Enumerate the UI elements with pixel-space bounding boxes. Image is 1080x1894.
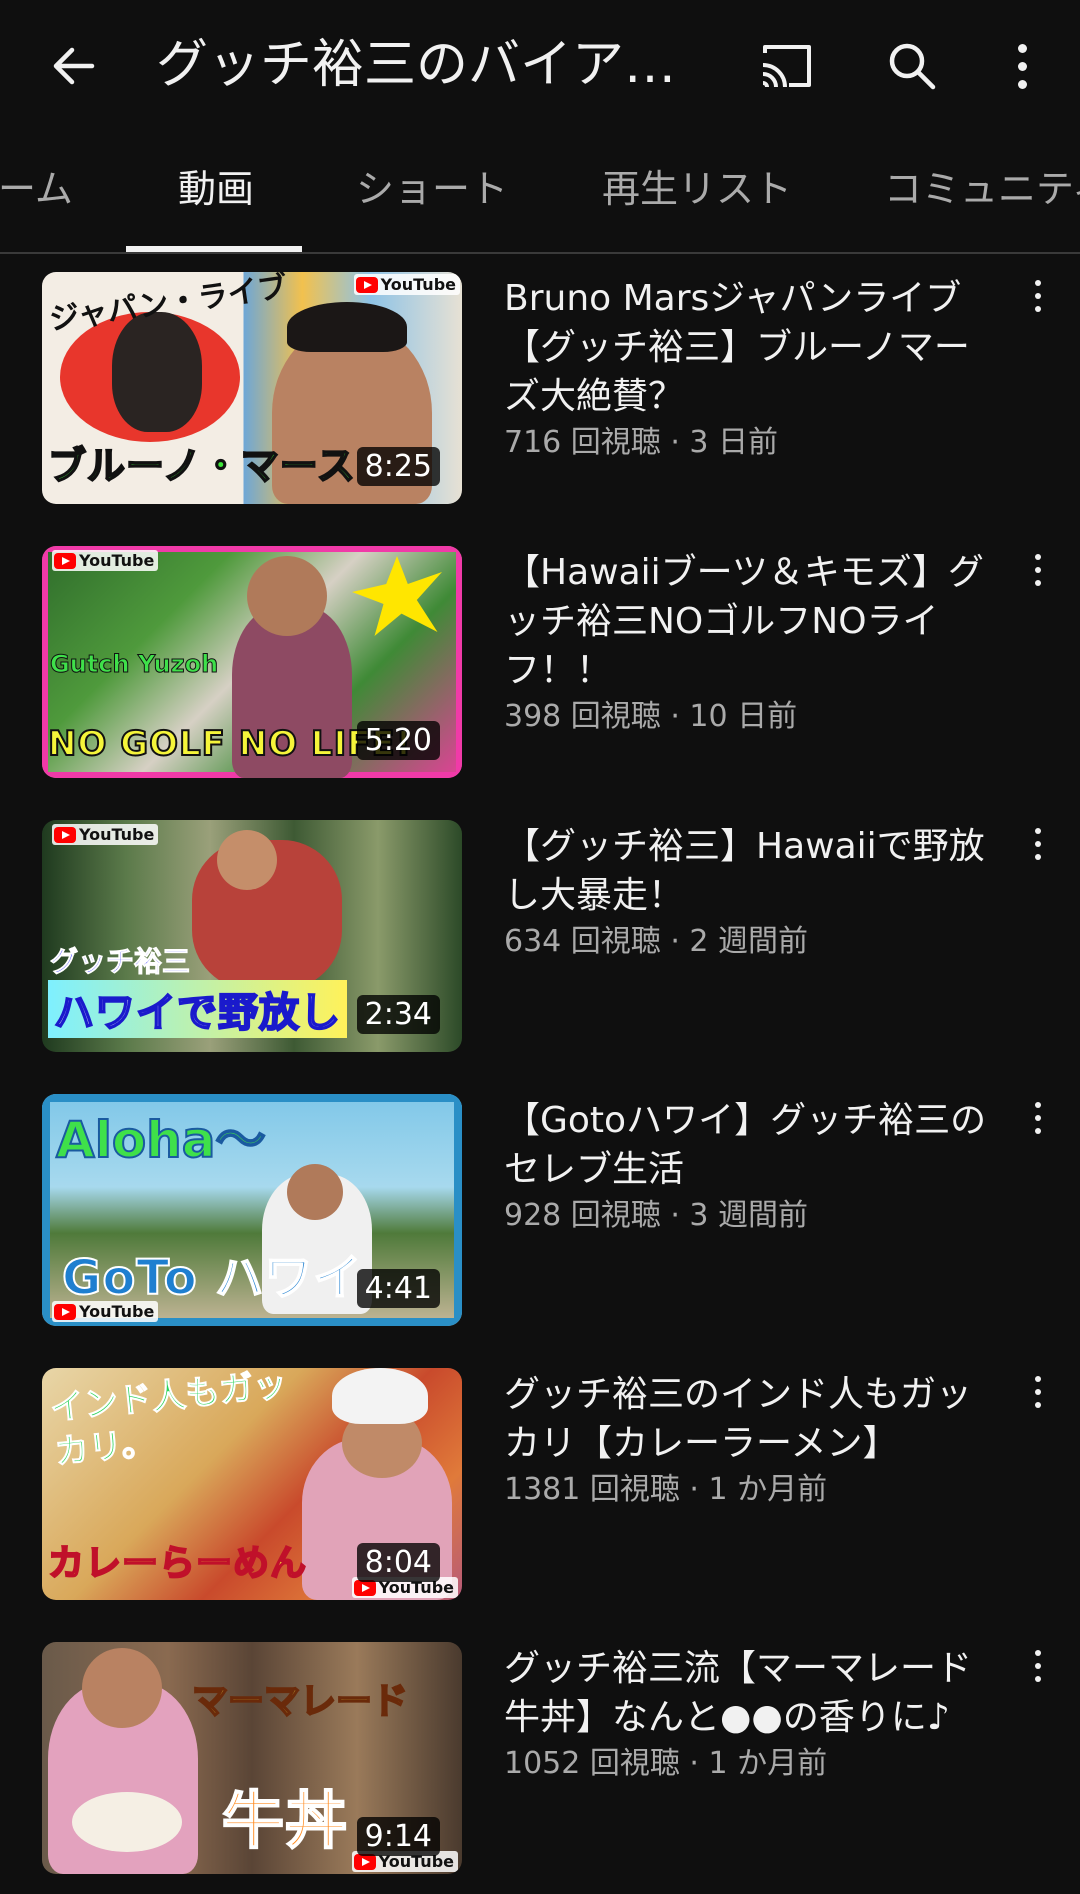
youtube-badge-label: YouTube [79, 1302, 155, 1321]
video-meta: 1381 回視聴 · 1 か月前 [504, 1472, 828, 1507]
video-item[interactable]: Aloha～ GoTo ハワイ YouTube 4:41 【Gotoハワイ】グッ… [0, 1094, 1080, 1334]
video-title[interactable]: 【Hawaiiブーツ＆キモズ】グッチ裕三NOゴルフNOライフ！！ [504, 548, 1004, 695]
more-vert-icon [1017, 43, 1027, 89]
video-duration: 5:20 [356, 721, 440, 760]
video-more-button[interactable] [1018, 820, 1058, 888]
video-meta: 928 回視聴 · 3 週間前 [504, 1198, 809, 1233]
video-more-button[interactable] [1018, 272, 1058, 340]
video-info: 【グッチ裕三】Hawaiiで野放し大暴走！ 634 回視聴 · 2 週間前 [504, 822, 1004, 964]
video-info: 【Gotoハワイ】グッチ裕三のセレブ生活 928 回視聴 · 3 週間前 [504, 1096, 1004, 1238]
youtube-badge: YouTube [353, 274, 460, 295]
video-duration: 8:25 [356, 447, 440, 486]
video-thumbnail[interactable]: インド人もガッカリ。 カレーらーめん YouTube 8:04 [42, 1368, 462, 1600]
video-more-button[interactable] [1018, 546, 1058, 614]
youtube-badge: YouTube [52, 1301, 159, 1322]
back-button[interactable] [36, 28, 112, 104]
thumbnail-top-text: インド人もガッカリ。 [48, 1368, 290, 1473]
video-info: グッチ裕三のインド人もガッカリ【カレーラーメン】 1381 回視聴 · 1 か月… [504, 1370, 1004, 1512]
video-meta: 634 回視聴 · 2 週間前 [504, 924, 809, 959]
channel-tabs: ホーム 動画 ショート 再生リスト コミュニティ [0, 140, 1080, 254]
tab-videos[interactable]: 動画 [178, 140, 254, 252]
video-title[interactable]: グッチ裕三のインド人もガッカリ【カレーラーメン】 [504, 1370, 1004, 1468]
video-item[interactable]: ジャパン・ライブ ブルーノ・マース YouTube 8:25 Bruno Mar… [0, 272, 1080, 512]
youtube-channel-videos-screen: グッチ裕三のバイアス... ホーム 動画 ショート 再生リスト コミュ [0, 0, 1080, 1894]
video-duration: 2:34 [356, 995, 440, 1034]
thumbnail-top-text: Aloha～ [55, 1110, 267, 1170]
video-item[interactable]: グッチ裕三 ハワイで野放し YouTube 2:34 【グッチ裕三】Hawaii… [0, 820, 1080, 1060]
more-vert-icon [1035, 1376, 1041, 1408]
video-thumbnail[interactable]: グッチ裕三 ハワイで野放し YouTube 2:34 [42, 820, 462, 1052]
thumbnail-caption: 牛丼 [221, 1783, 349, 1858]
cast-button[interactable] [748, 28, 824, 104]
youtube-badge-label: YouTube [79, 825, 155, 844]
video-thumbnail[interactable]: Gutch Yuzoh NO GOLF NO LIFE! YouTube 5:2… [42, 546, 462, 778]
youtube-badge: YouTube [52, 550, 159, 571]
video-title[interactable]: 【Gotoハワイ】グッチ裕三のセレブ生活 [504, 1096, 1004, 1194]
youtube-badge-label: YouTube [79, 551, 155, 570]
video-more-button[interactable] [1018, 1368, 1058, 1436]
more-vert-icon [1035, 554, 1041, 586]
video-item[interactable]: マーマレード 牛丼 YouTube 9:14 グッチ裕三流【マーマレード牛丼】な… [0, 1642, 1080, 1882]
tab-shorts[interactable]: ショート [356, 140, 508, 252]
channel-title: グッチ裕三のバイアス... [156, 35, 716, 95]
thumbnail-caption: ハワイで野放し [48, 980, 347, 1038]
video-info: Bruno Marsジャパンライブ【グッチ裕三】ブルーノマーズ大絶賛？ 716 … [504, 274, 1004, 465]
video-more-button[interactable] [1018, 1642, 1058, 1710]
thumbnail-top-text: マーマレード [191, 1680, 409, 1723]
video-thumbnail[interactable]: マーマレード 牛丼 YouTube 9:14 [42, 1642, 462, 1874]
cast-icon [762, 45, 811, 88]
more-vert-icon [1035, 1650, 1041, 1682]
video-item[interactable]: インド人もガッカリ。 カレーらーめん YouTube 8:04 グッチ裕三のイン… [0, 1368, 1080, 1608]
tab-home[interactable]: ホーム [0, 140, 73, 252]
video-info: 【Hawaiiブーツ＆キモズ】グッチ裕三NOゴルフNOライフ！！ 398 回視聴… [504, 548, 1004, 739]
tab-community[interactable]: コミュニティ [884, 140, 1080, 252]
tab-playlists[interactable]: 再生リスト [602, 140, 792, 252]
video-more-button[interactable] [1018, 1094, 1058, 1162]
top-app-bar: グッチ裕三のバイアス... [0, 0, 1080, 130]
arrow-left-icon [53, 47, 95, 85]
video-duration: 9:14 [356, 1817, 440, 1856]
video-title[interactable]: グッチ裕三流【マーマレード牛丼】なんと●●の香りに♪ [504, 1644, 1004, 1742]
video-item[interactable]: Gutch Yuzoh NO GOLF NO LIFE! YouTube 5:2… [0, 546, 1080, 786]
more-options-button[interactable] [984, 28, 1060, 104]
video-title[interactable]: 【グッチ裕三】Hawaiiで野放し大暴走！ [504, 822, 1004, 920]
youtube-logo-icon [54, 552, 76, 569]
thumbnail-top-text: グッチ裕三 [49, 945, 191, 979]
youtube-logo-icon [355, 276, 378, 293]
video-info: グッチ裕三流【マーマレード牛丼】なんと●●の香りに♪ 1052 回視聴 · 1 … [504, 1644, 1004, 1786]
search-icon [889, 43, 936, 90]
more-vert-icon [1035, 828, 1041, 860]
more-vert-icon [1035, 280, 1041, 312]
thumbnail-caption: ブルーノ・マース [47, 443, 356, 489]
thumbnail-caption: カレーらーめん [47, 1542, 308, 1585]
thumbnail-caption: GoTo ハワイ [61, 1249, 363, 1307]
more-vert-icon [1035, 1102, 1041, 1134]
video-thumbnail[interactable]: Aloha～ GoTo ハワイ YouTube 4:41 [42, 1094, 462, 1326]
youtube-logo-icon [54, 826, 76, 843]
youtube-badge: YouTube [52, 824, 159, 845]
thumbnail-top-text: Gutch Yuzoh [49, 650, 219, 679]
video-meta: 716 回視聴 · 3 日前 [504, 425, 779, 460]
video-meta: 1052 回視聴 · 1 か月前 [504, 1746, 828, 1781]
video-duration: 4:41 [356, 1269, 440, 1308]
search-button[interactable] [874, 28, 950, 104]
youtube-logo-icon [54, 1303, 76, 1320]
video-title[interactable]: Bruno Marsジャパンライブ【グッチ裕三】ブルーノマーズ大絶賛？ [504, 274, 1004, 421]
video-duration: 8:04 [356, 1543, 440, 1582]
video-meta: 398 回視聴 · 10 日前 [504, 699, 798, 734]
youtube-badge-label: YouTube [380, 275, 456, 294]
video-thumbnail[interactable]: ジャパン・ライブ ブルーノ・マース YouTube 8:25 [42, 272, 462, 504]
active-tab-indicator [126, 246, 302, 252]
